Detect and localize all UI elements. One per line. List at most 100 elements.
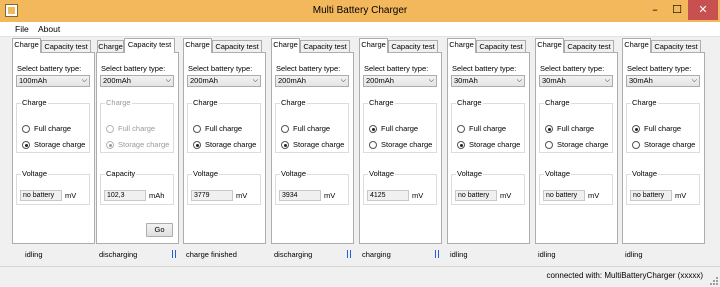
tab-charge[interactable]: Charge (622, 38, 651, 53)
resize-grip[interactable] (708, 275, 718, 285)
storage-charge-radio[interactable] (369, 141, 377, 149)
tab-charge[interactable]: Charge (183, 38, 212, 53)
chevron-down-icon: ⌵ (516, 77, 522, 84)
tab-charge[interactable]: Charge (359, 38, 388, 53)
charger-5: Charge Capacity test Select battery type: 2… (359, 37, 444, 263)
battery-type-select[interactable]: 100mAh ⌵ (16, 75, 90, 87)
tab-capacity-test[interactable]: Capacity test (388, 40, 438, 52)
tab-capacity-test[interactable]: Capacity test (212, 40, 262, 52)
voltage-group: Voltage 3934 mV (275, 169, 349, 205)
tab-charge[interactable]: Charge (97, 40, 124, 52)
tab-charge[interactable]: Charge (12, 38, 41, 53)
full-charge-radio[interactable] (457, 125, 465, 133)
voltage-unit: mV (236, 191, 248, 200)
battery-type-select[interactable]: 200mAh ⌵ (363, 75, 437, 87)
close-button[interactable]: ✕ (688, 0, 718, 20)
charger-status: discharging (99, 250, 138, 259)
storage-charge-label: Storage charge (381, 140, 433, 149)
charger-status: charge finished (186, 250, 237, 259)
menu-about[interactable]: About (38, 22, 60, 36)
full-charge-radio[interactable] (22, 125, 30, 133)
battery-type-label: Select battery type: (452, 64, 517, 73)
charger-panel: Select battery type: 200mAh ⌵ Charge Full ch… (271, 52, 354, 244)
charger-panel: Select battery type: 30mAh ⌵ Charge Full cha… (447, 52, 530, 244)
tab-capacity-test[interactable]: Capacity test (476, 40, 526, 52)
voltage-unit: mV (65, 191, 77, 200)
full-charge-radio[interactable] (193, 125, 201, 133)
battery-type-select[interactable]: 200mAh ⌵ (187, 75, 261, 87)
voltage-group-title: Voltage (544, 169, 572, 178)
battery-type-select[interactable]: 30mAh ⌵ (539, 75, 613, 87)
battery-type-value: 30mAh (542, 76, 566, 85)
storage-charge-radio[interactable] (22, 141, 30, 149)
tab-capacity-test[interactable]: Capacity test (300, 40, 350, 52)
voltage-group-title: Voltage (21, 169, 49, 178)
menu-bar: File About (0, 22, 720, 36)
tab-capacity-test[interactable]: Capacity test (41, 40, 91, 52)
storage-charge-radio[interactable] (545, 141, 553, 149)
full-charge-radio[interactable] (106, 125, 114, 133)
full-charge-radio[interactable] (369, 125, 377, 133)
charger-status: idling (625, 250, 643, 259)
full-charge-label: Full charge (293, 124, 331, 133)
battery-type-select[interactable]: 30mAh ⌵ (626, 75, 700, 87)
voltage-value: 4125 (367, 190, 409, 201)
full-charge-radio[interactable] (545, 125, 553, 133)
full-charge-radio[interactable] (632, 125, 640, 133)
storage-charge-label: Storage charge (469, 140, 521, 149)
charge-mode-group: Charge Full charge Storage charge (16, 98, 90, 153)
battery-type-select[interactable]: 200mAh ⌵ (275, 75, 349, 87)
storage-charge-radio[interactable] (281, 141, 289, 149)
charger-panel: Select battery type: 200mAh ⌵ Charge Full ch… (359, 52, 442, 244)
tab-charge[interactable]: Charge (535, 38, 564, 53)
menu-file[interactable]: File (15, 22, 29, 36)
tab-capacity-test[interactable]: Capacity test (651, 40, 701, 52)
go-button[interactable]: Go (146, 223, 173, 237)
tab-charge[interactable]: Charge (271, 38, 300, 53)
full-charge-radio[interactable] (281, 125, 289, 133)
charge-mode-group: Charge Full charge Storage charge (275, 98, 349, 153)
voltage-value: 3934 (279, 190, 321, 201)
storage-charge-radio[interactable] (193, 141, 201, 149)
charge-mode-group: Charge Full charge Storage charge (187, 98, 261, 153)
battery-type-select[interactable]: 200mAh ⌵ (100, 75, 174, 87)
voltage-group: Voltage 3779 mV (187, 169, 261, 205)
storage-charge-radio[interactable] (457, 141, 465, 149)
capacity-value: 102,3 (104, 190, 146, 201)
charge-group-title: Charge (105, 98, 132, 107)
full-charge-label: Full charge (118, 124, 156, 133)
battery-type-label: Select battery type: (540, 64, 605, 73)
activity-indicator-icon (347, 250, 352, 258)
maximize-button[interactable]: ☐ (666, 0, 688, 20)
storage-charge-radio[interactable] (632, 141, 640, 149)
minimize-button[interactable]: – (644, 0, 666, 20)
full-charge-label: Full charge (557, 124, 595, 133)
voltage-value: no battery (543, 190, 585, 201)
charge-mode-group: Charge Full charge Storage charge (100, 98, 174, 153)
battery-type-value: 200mAh (190, 76, 218, 85)
charge-group-title: Charge (368, 98, 395, 107)
chevron-down-icon: ⌵ (691, 77, 697, 84)
storage-charge-label: Storage charge (644, 140, 696, 149)
voltage-group: Voltage no battery mV (626, 169, 700, 205)
storage-charge-label: Storage charge (293, 140, 345, 149)
tab-capacity-test[interactable]: Capacity test (124, 38, 175, 53)
charge-mode-group: Charge Full charge Storage charge (363, 98, 437, 153)
voltage-value: no battery (630, 190, 672, 201)
charge-group-title: Charge (544, 98, 571, 107)
battery-type-value: 200mAh (278, 76, 306, 85)
battery-type-label: Select battery type: (627, 64, 692, 73)
battery-type-label: Select battery type: (364, 64, 429, 73)
voltage-unit: mV (500, 191, 512, 200)
voltage-value: 3779 (191, 190, 233, 201)
charge-group-title: Charge (21, 98, 48, 107)
tab-charge[interactable]: Charge (447, 38, 476, 53)
window-title: Multi Battery Charger (312, 5, 408, 16)
tab-capacity-test[interactable]: Capacity test (564, 40, 614, 52)
title-bar[interactable]: Multi Battery Charger – ☐ ✕ (0, 0, 720, 22)
charge-mode-group: Charge Full charge Storage charge (539, 98, 613, 153)
charge-mode-group: Charge Full charge Storage charge (451, 98, 525, 153)
storage-charge-label: Storage charge (118, 140, 170, 149)
battery-type-select[interactable]: 30mAh ⌵ (451, 75, 525, 87)
storage-charge-radio[interactable] (106, 141, 114, 149)
